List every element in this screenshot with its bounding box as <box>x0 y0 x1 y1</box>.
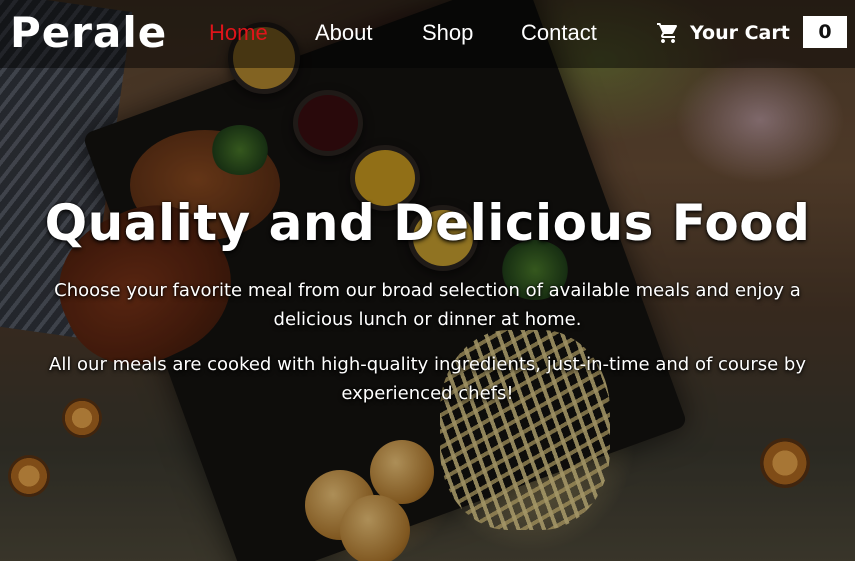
hero-description-secondary: All our meals are cooked with high-quali… <box>49 354 806 404</box>
nav-link-shop[interactable]: Shop <box>422 19 473 47</box>
cart-label: Your Cart <box>690 22 790 44</box>
hero-section: Quality and Delicious Food Choose your f… <box>0 190 855 408</box>
navbar: Perale Home About Shop Contact Your Cart… <box>0 0 855 68</box>
nav-link-contact[interactable]: Contact <box>521 19 597 47</box>
hero-title: Quality and Delicious Food <box>44 194 811 252</box>
cart-count-badge[interactable]: 0 <box>803 16 847 48</box>
brand-logo[interactable]: Perale <box>10 8 167 58</box>
shopping-cart-icon <box>657 23 678 43</box>
hero-description: Choose your favorite meal from our broad… <box>54 280 801 330</box>
nav-link-about[interactable]: About <box>315 19 373 47</box>
nav-link-home[interactable]: Home <box>209 19 268 47</box>
cart-button[interactable]: Your Cart <box>656 16 790 50</box>
